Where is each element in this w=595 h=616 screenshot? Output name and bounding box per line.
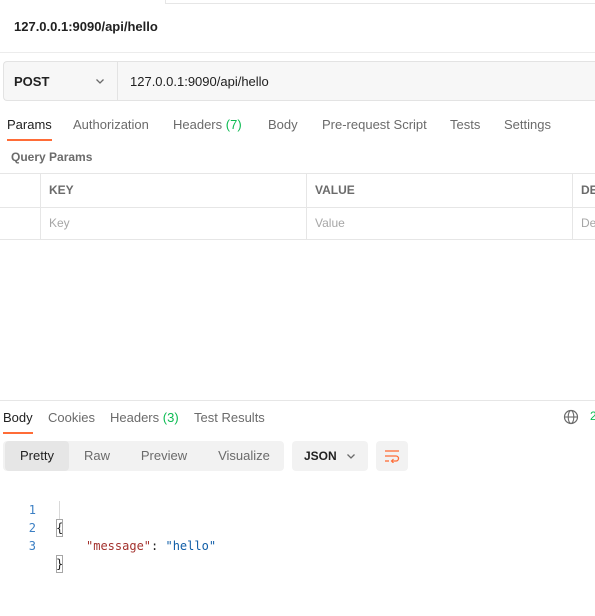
wrap-lines-icon — [385, 450, 400, 463]
tab-strip — [165, 0, 595, 4]
wrap-lines-button[interactable] — [376, 441, 408, 471]
column-header-value: VALUE — [306, 174, 572, 207]
response-tab-test-results[interactable]: Test Results — [194, 406, 265, 434]
view-preview[interactable]: Preview — [131, 441, 197, 471]
view-raw[interactable]: Raw — [73, 441, 121, 471]
column-header-key: KEY — [40, 174, 306, 207]
json-value: "hello" — [165, 539, 217, 553]
code-line: 2 "message": "hello" — [0, 501, 216, 553]
format-select[interactable]: JSON — [292, 441, 368, 471]
response-tab-headers[interactable]: Headers (3) — [110, 406, 179, 434]
value-input[interactable]: Value — [306, 207, 572, 240]
indent-guide — [59, 501, 60, 519]
method-select[interactable]: POST — [4, 62, 118, 100]
chevron-down-icon — [96, 79, 104, 84]
url-input[interactable] — [118, 62, 595, 100]
response-tab-body[interactable]: Body — [3, 406, 33, 434]
tab-headers[interactable]: Headers (7) — [173, 113, 242, 141]
row-checkbox-cell — [0, 207, 40, 240]
table-header-row: KEY VALUE DE — [0, 174, 595, 208]
tab-tests[interactable]: Tests — [450, 113, 480, 141]
tab-body[interactable]: Body — [268, 113, 298, 141]
json-entry: "message": "hello" — [86, 537, 216, 555]
divider — [0, 52, 595, 53]
code-line: 1 { — [0, 483, 64, 537]
view-mode-segment: Pretty Raw Preview Visualize — [3, 441, 284, 471]
tab-authorization[interactable]: Authorization — [73, 113, 149, 141]
column-header-description: DE — [572, 174, 595, 207]
url-bar: POST — [3, 61, 595, 101]
tab-params[interactable]: Params — [7, 113, 52, 141]
key-input[interactable]: Key — [40, 207, 306, 240]
format-label: JSON — [304, 449, 337, 463]
query-params-title: Query Params — [11, 150, 93, 164]
response-tab-cookies[interactable]: Cookies — [48, 406, 95, 434]
chevron-down-icon — [347, 454, 355, 459]
view-pretty[interactable]: Pretty — [5, 441, 69, 471]
response-divider[interactable] — [0, 400, 595, 401]
line-number: 3 — [28, 539, 36, 553]
tab-pre-request-script[interactable]: Pre-request Script — [322, 113, 427, 141]
json-separator: : — [151, 539, 166, 553]
close-brace: } — [56, 555, 64, 573]
tab-settings[interactable]: Settings — [504, 113, 551, 141]
method-label: POST — [14, 73, 50, 89]
table-row: Key Value De — [0, 207, 595, 240]
headers-count: (7) — [225, 117, 242, 132]
status-code: 2 — [590, 409, 595, 423]
code-line: 3 } — [0, 519, 64, 573]
table-cell — [0, 174, 40, 207]
open-brace: { — [56, 519, 64, 537]
json-key: "message" — [86, 539, 152, 553]
view-visualize[interactable]: Visualize — [209, 441, 279, 471]
request-title: 127.0.0.1:9090/api/hello — [14, 19, 158, 34]
globe-icon[interactable] — [563, 409, 579, 425]
description-input[interactable]: De — [572, 207, 595, 240]
response-headers-count: (3) — [162, 410, 179, 425]
params-table: KEY VALUE DE Key Value De — [0, 173, 595, 240]
